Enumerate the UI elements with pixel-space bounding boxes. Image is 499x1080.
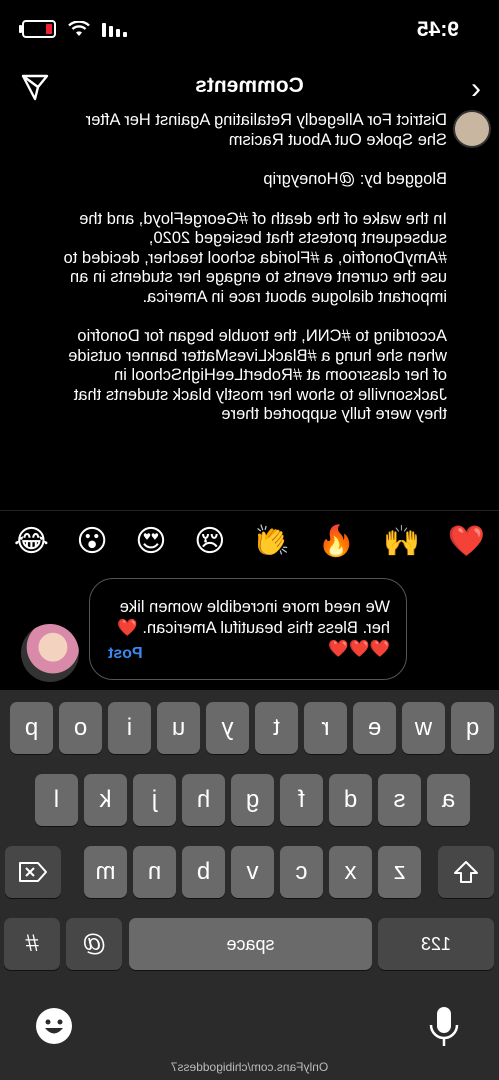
key-c[interactable]: c [280, 846, 323, 898]
key-d[interactable]: d [329, 774, 372, 826]
onscreen-keyboard: q w e r t y u i o p a s d f g h j k l z … [0, 690, 499, 1080]
comment-input[interactable]: We need more incredible women like her. … [89, 578, 407, 680]
key-r[interactable]: r [304, 702, 347, 754]
post-caption: District For Allegedly Retaliating Again… [62, 112, 447, 502]
battery-icon [22, 20, 56, 38]
key-e[interactable]: e [353, 702, 396, 754]
key-k[interactable]: k [84, 774, 127, 826]
key-l[interactable]: l [35, 774, 78, 826]
key-a[interactable]: a [427, 774, 470, 826]
comment-compose-row: We need more incredible women like her. … [0, 578, 499, 688]
laughing-tears-emoji[interactable]: 😂 [14, 524, 49, 559]
key-f[interactable]: f [280, 774, 323, 826]
caption-paragraph: In the wake of the death of #GeorgeFloyd… [63, 209, 447, 306]
key-v[interactable]: v [231, 846, 274, 898]
key-m[interactable]: m [84, 846, 127, 898]
emoji-reaction-bar: ❤️ 🙌 🔥 👏 😢 😍 😮 😂 [0, 510, 499, 571]
key-z[interactable]: z [378, 846, 421, 898]
smiley-face-icon [37, 1009, 71, 1043]
surprised-face-emoji[interactable]: 😮 [76, 524, 107, 559]
key-h[interactable]: h [182, 774, 225, 826]
key-o[interactable]: o [59, 702, 102, 754]
crying-face-emoji[interactable]: 😢 [194, 524, 225, 559]
poster-avatar[interactable] [453, 110, 491, 148]
key-t[interactable]: t [255, 702, 298, 754]
heart-eyes-emoji[interactable]: 😍 [135, 524, 166, 559]
key-q[interactable]: q [451, 702, 494, 754]
numbers-key[interactable]: 123 [378, 918, 494, 970]
hash-key[interactable]: # [4, 918, 60, 970]
space-key[interactable]: space [129, 918, 372, 970]
key-p[interactable]: p [10, 702, 53, 754]
keyboard-row-3: z x c v b n m [0, 846, 499, 902]
shift-key[interactable] [438, 846, 494, 898]
keyboard-row-1: q w e r t y u i o p [0, 702, 499, 758]
status-icons [22, 20, 127, 38]
page-title: Comments [195, 74, 304, 97]
status-bar: 9:45 [0, 0, 499, 60]
raised-hands-emoji[interactable]: 🙌 [383, 524, 420, 559]
key-u[interactable]: u [157, 702, 200, 754]
keyboard-row-2: a s d f g h j k l [0, 774, 499, 830]
cellular-signal-icon [102, 21, 127, 37]
heart-emoji[interactable]: ❤️ [448, 524, 485, 559]
key-s[interactable]: s [378, 774, 421, 826]
caption-paragraph: Blogged by: @Honeygrip [263, 170, 447, 188]
microphone-icon[interactable] [425, 1005, 463, 1049]
mirrored-screen: 9:45 ‹ Comments District For Allegedly R… [0, 0, 499, 1080]
caption-paragraph: District For Allegedly Retaliating Again… [85, 112, 447, 149]
key-n[interactable]: n [133, 846, 176, 898]
shift-arrow-icon [454, 861, 478, 883]
key-x[interactable]: x [329, 846, 372, 898]
at-key[interactable]: @ [66, 918, 122, 970]
key-j[interactable]: j [133, 774, 176, 826]
post-button[interactable]: Post [108, 645, 143, 663]
user-avatar [21, 624, 79, 682]
keyboard-row-4: 123 space @ # [0, 918, 499, 974]
emoji-keyboard-icon[interactable] [36, 1008, 72, 1044]
key-g[interactable]: g [231, 774, 274, 826]
key-i[interactable]: i [108, 702, 151, 754]
caption-paragraph: According to #CNN, the trouble began for… [68, 327, 447, 423]
paper-plane-icon[interactable] [20, 72, 50, 102]
backspace-key[interactable] [5, 846, 61, 898]
status-time: 9:45 [416, 18, 459, 41]
key-y[interactable]: y [206, 702, 249, 754]
key-w[interactable]: w [402, 702, 445, 754]
clapping-hands-emoji[interactable]: 👏 [253, 524, 290, 559]
backspace-icon [19, 862, 47, 882]
fire-emoji[interactable]: 🔥 [318, 524, 355, 559]
watermark-text: OnlyFans.com/chibigoddess7 [170, 1060, 329, 1074]
key-b[interactable]: b [182, 846, 225, 898]
wifi-icon [68, 21, 90, 36]
comment-input-text[interactable]: We need more incredible women like her. … [110, 597, 390, 660]
comments-header: ‹ Comments [0, 60, 499, 116]
